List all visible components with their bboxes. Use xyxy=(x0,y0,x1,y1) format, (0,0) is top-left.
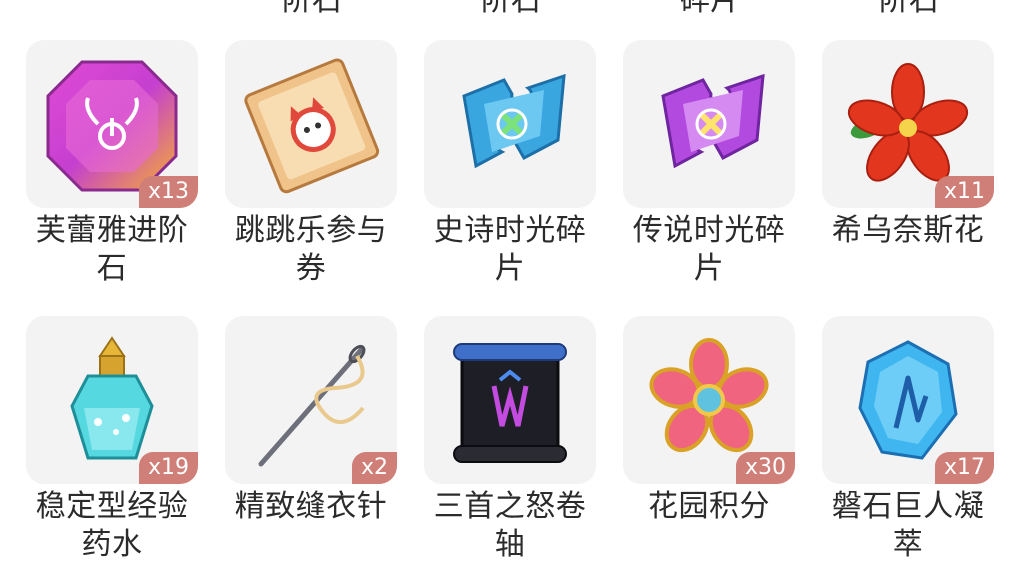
item-tile[interactable] xyxy=(225,40,397,208)
item-name: 磐石巨人凝 萃 xyxy=(831,489,985,562)
blue-puzzle-icon xyxy=(462,73,566,169)
item-name-partial: 碎片 xyxy=(680,0,740,18)
item-name: 希乌奈斯花 xyxy=(831,213,985,248)
item-name-partial: 阶石 xyxy=(879,0,939,18)
item-tile[interactable] xyxy=(623,40,795,208)
item-name: 传说时光碎 片 xyxy=(632,213,786,286)
item-tile[interactable]: x17 xyxy=(822,316,994,484)
purple-puzzle-icon xyxy=(661,73,765,169)
quantity-badge: x13 xyxy=(138,176,198,208)
item-tile[interactable]: x2 xyxy=(225,316,397,484)
item-tile[interactable] xyxy=(424,40,596,208)
ticket-icon xyxy=(244,58,380,194)
item-tile[interactable]: x19 xyxy=(26,316,198,484)
item-name: 花园积分 xyxy=(648,489,770,524)
scroll-icon xyxy=(453,343,567,463)
item-tile[interactable]: x30 xyxy=(623,316,795,484)
item-name-partial: 阶石 xyxy=(282,0,342,18)
quantity-badge: x19 xyxy=(138,452,198,484)
quantity-badge: x11 xyxy=(934,176,994,208)
item-tile[interactable]: x13 xyxy=(26,40,198,208)
item-name-partial: 阶石 xyxy=(481,0,541,18)
quantity-badge: x30 xyxy=(735,452,795,484)
quantity-badge: x2 xyxy=(351,452,397,484)
item-name: 史诗时光碎 片 xyxy=(433,213,587,286)
item-name: 芙蕾雅进阶 石 xyxy=(35,213,189,286)
item-tile[interactable] xyxy=(424,316,596,484)
item-name: 三首之怒卷 轴 xyxy=(433,489,587,562)
item-name: 稳定型经验 药水 xyxy=(35,489,189,562)
item-tile[interactable]: x11 xyxy=(822,40,994,208)
item-name: 精致缝衣针 xyxy=(234,489,388,524)
quantity-badge: x17 xyxy=(934,452,994,484)
item-name: 跳跳乐参与 券 xyxy=(234,213,388,286)
